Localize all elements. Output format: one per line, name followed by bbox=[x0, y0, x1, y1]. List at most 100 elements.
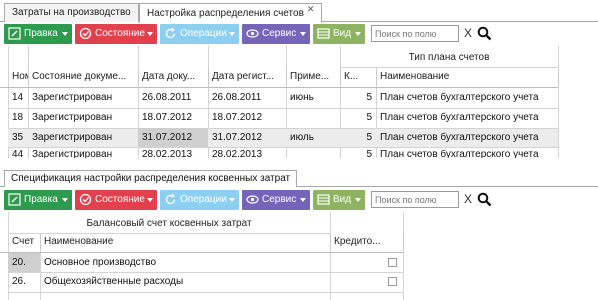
chevron-down-icon bbox=[145, 190, 155, 210]
credit-checkbox[interactable] bbox=[388, 277, 397, 286]
cell-account-name: Общехозяйственные расходы bbox=[44, 276, 184, 287]
cell-number: 35 bbox=[12, 132, 24, 143]
spec-toolbar: Правка Состояние Операции Сервис Вид X bbox=[0, 189, 598, 211]
cell-code: 5 bbox=[366, 149, 372, 158]
state-icon bbox=[79, 27, 92, 40]
state-label: Состояние bbox=[95, 28, 145, 39]
col-document-date[interactable]: Дата доку... bbox=[138, 69, 209, 85]
col-registration-date[interactable]: Дата регист... bbox=[208, 69, 287, 85]
clear-search-button[interactable]: X bbox=[464, 191, 472, 208]
view-label: Вид bbox=[333, 28, 352, 39]
chevron-down-icon bbox=[353, 190, 363, 210]
service-label: Сервис bbox=[262, 194, 297, 205]
cell-reg-date: 28.02.2013 bbox=[212, 149, 263, 158]
state-icon bbox=[79, 193, 92, 206]
chevron-down-icon bbox=[227, 24, 237, 44]
cell-reg-date: 18.07.2012 bbox=[212, 112, 263, 123]
cell-account: 26. bbox=[12, 276, 26, 287]
cell-account-name: Основное производство bbox=[44, 257, 157, 268]
tab-label: Затраты на производство bbox=[12, 7, 131, 18]
service-icon bbox=[246, 195, 259, 204]
cell-doc-date: 28.02.2013 bbox=[142, 149, 193, 158]
edit-menu-button[interactable]: Правка bbox=[4, 190, 72, 210]
cell-note bbox=[286, 147, 340, 158]
cell-reg-date: 26.08.2011 bbox=[212, 92, 262, 103]
edit-label: Правка bbox=[24, 28, 58, 39]
cell-plan-name: План счетов бухгалтерского учета bbox=[380, 132, 539, 143]
tab-production-costs[interactable]: Затраты на производство bbox=[4, 3, 139, 22]
cell-account-focused[interactable]: 20. bbox=[8, 253, 40, 272]
operations-menu-button[interactable]: Операции bbox=[160, 24, 239, 44]
plan-type-group-header: Тип плана счетов bbox=[408, 52, 490, 63]
cell-plan-name: План счетов бухгалтерского учета bbox=[380, 149, 539, 158]
cell-state: Зарегистрирован bbox=[32, 149, 113, 158]
cell-doc-date: 26.08.2011 bbox=[142, 92, 192, 103]
spec-accounts-table: Балансовый счет косвенных затрат Счет На… bbox=[0, 212, 598, 300]
col-credit[interactable]: Кредито... bbox=[330, 234, 404, 250]
edit-label: Правка bbox=[24, 194, 58, 205]
service-menu-button[interactable]: Сервис bbox=[242, 24, 310, 44]
search-icon[interactable] bbox=[477, 26, 492, 41]
cell-number: 14 bbox=[12, 92, 24, 103]
view-label: Вид bbox=[333, 194, 352, 205]
tab-spec-indirect-costs[interactable]: Спецификация настройки распределения кос… bbox=[4, 170, 298, 187]
cell-doc-date-focused[interactable]: 31.07.2012 bbox=[138, 128, 208, 147]
view-menu-button[interactable]: Вид bbox=[313, 24, 365, 44]
cell-state: Зарегистрирован bbox=[32, 112, 113, 123]
close-icon[interactable]: ✕ bbox=[307, 0, 315, 18]
chevron-down-icon bbox=[145, 24, 155, 44]
cell-state: Зарегистрирован bbox=[32, 92, 113, 103]
state-label: Состояние bbox=[95, 194, 145, 205]
col-account-name[interactable]: Наименование bbox=[40, 234, 331, 250]
tab-account-distribution[interactable]: Настройка распределения счетов ✕ bbox=[139, 0, 323, 23]
chevron-down-icon bbox=[298, 190, 308, 210]
cell-note bbox=[286, 108, 340, 128]
edit-icon bbox=[8, 27, 21, 40]
refresh-icon bbox=[165, 193, 176, 205]
state-menu-button[interactable]: Состояние bbox=[75, 190, 157, 210]
credit-checkbox[interactable] bbox=[388, 258, 397, 267]
cell-plan-name: План счетов бухгалтерского учета bbox=[380, 112, 539, 123]
spec-tabbar: Спецификация настройки распределения кос… bbox=[0, 170, 598, 187]
main-toolbar: Правка Состояние Операции Сервис Вид X bbox=[0, 23, 598, 45]
operations-label: Операции bbox=[180, 194, 227, 205]
tab-label: Настройка распределения счетов bbox=[147, 8, 304, 19]
view-icon bbox=[317, 28, 330, 39]
cell-note: июнь bbox=[290, 92, 314, 103]
cell-number: 18 bbox=[12, 112, 24, 123]
edit-icon bbox=[8, 193, 21, 206]
view-icon bbox=[317, 194, 330, 205]
state-menu-button[interactable]: Состояние bbox=[75, 24, 157, 44]
service-menu-button[interactable]: Сервис bbox=[242, 190, 310, 210]
col-account[interactable]: Счет bbox=[8, 234, 41, 250]
edit-menu-button[interactable]: Правка bbox=[4, 24, 72, 44]
col-document-state[interactable]: Состояние докуме... bbox=[28, 69, 139, 85]
refresh-icon bbox=[165, 27, 176, 39]
chevron-down-icon bbox=[60, 190, 70, 210]
view-menu-button[interactable]: Вид bbox=[313, 190, 365, 210]
cell-code: 5 bbox=[366, 112, 372, 123]
cell-reg-date: 31.07.2012 bbox=[212, 132, 263, 143]
search-input[interactable] bbox=[371, 25, 459, 42]
cell-code: 5 bbox=[366, 132, 372, 143]
chevron-down-icon bbox=[227, 190, 237, 210]
search-icon[interactable] bbox=[477, 192, 492, 207]
documents-table: Тип плана счетов Ном Состояние докуме...… bbox=[0, 46, 598, 158]
cell-number: 44 bbox=[12, 149, 24, 158]
cell-plan-name: План счетов бухгалтерского учета bbox=[380, 92, 539, 103]
search-input[interactable] bbox=[371, 191, 459, 208]
col-note[interactable]: Приме... bbox=[286, 69, 341, 85]
chevron-down-icon bbox=[60, 24, 70, 44]
operations-menu-button[interactable]: Операции bbox=[160, 190, 239, 210]
service-icon bbox=[246, 29, 259, 38]
operations-label: Операции bbox=[180, 28, 227, 39]
clear-search-button[interactable]: X bbox=[464, 25, 472, 42]
col-plan-name[interactable]: Наименование bbox=[376, 69, 559, 85]
cell-doc-date: 18.07.2012 bbox=[142, 112, 193, 123]
cell-code: 5 bbox=[366, 92, 372, 103]
col-code[interactable]: К... bbox=[340, 69, 377, 85]
col-number[interactable]: Ном bbox=[8, 69, 29, 85]
service-label: Сервис bbox=[262, 28, 297, 39]
cell-state: Зарегистрирован bbox=[32, 132, 113, 143]
document-tabstrip: Затраты на производство Настройка распре… bbox=[0, 0, 598, 23]
